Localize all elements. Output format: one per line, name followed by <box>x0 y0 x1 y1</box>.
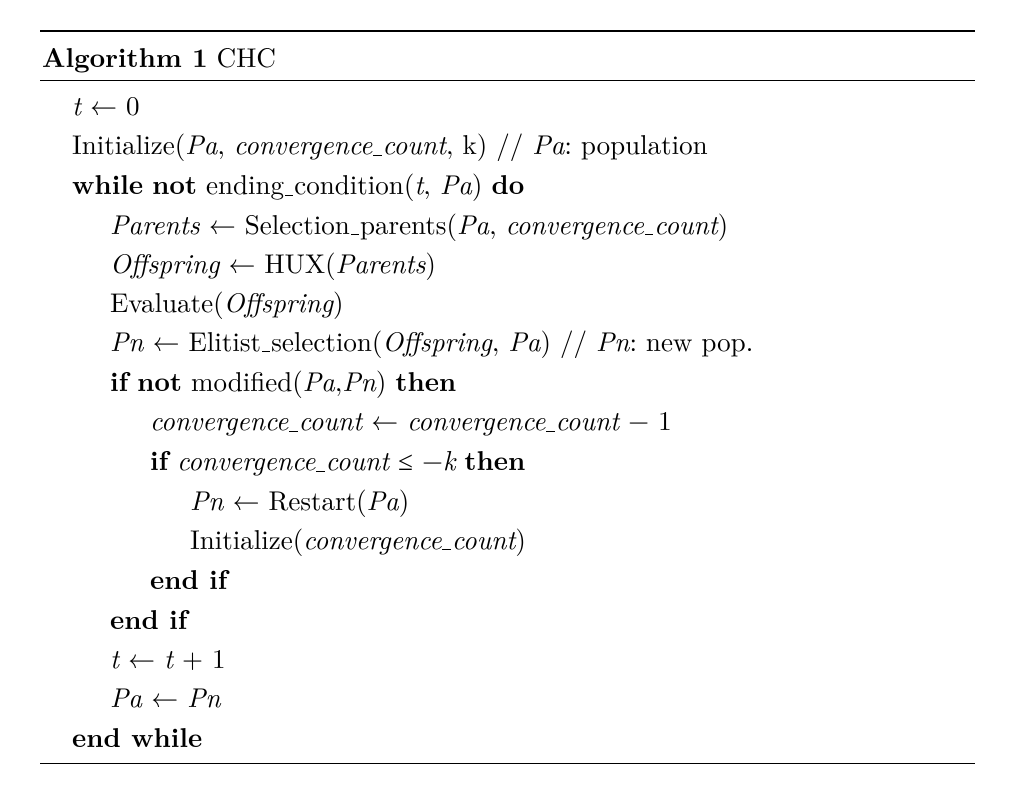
algo-line: end while <box>40 716 975 756</box>
algo-line: while not endingcondition(t, Pa) do <box>40 163 975 203</box>
algo-line: Pn ← Elitistselection(Offspring, Pa) // … <box>40 321 975 360</box>
algo-line: Parents ← Selectionparents(Pa, convergen… <box>40 204 975 243</box>
algo-line: Pa ← Pn <box>40 677 975 716</box>
algo-line: if not modified(Pa,Pn) then <box>40 360 975 400</box>
algorithm-title: Algorithm 1 CHC <box>40 32 975 80</box>
algorithm-name: CHC <box>217 37 276 75</box>
algo-line: t ← 0 <box>40 85 975 124</box>
algorithm-block: Algorithm 1 CHC t ← 0 Initialize(Pa, con… <box>40 30 975 764</box>
bottom-rule <box>40 763 975 764</box>
algo-line: end if <box>40 558 975 598</box>
algo-line: Pn ← Restart(Pa) <box>40 480 975 519</box>
algo-line: end if <box>40 598 975 638</box>
algo-line: convergencecount ← convergencecount − 1 <box>40 400 975 439</box>
algo-line: if convergencecount ≤ −k then <box>40 439 975 479</box>
algo-line: Evaluate(Offspring) <box>40 282 975 321</box>
algorithm-body: t ← 0 Initialize(Pa, convergencecount, k… <box>40 81 975 762</box>
algo-line: Initialize(Pa, convergencecount, k) // P… <box>40 124 975 163</box>
algorithm-number: Algorithm 1 <box>42 36 208 75</box>
algo-line: Initialize(convergencecount) <box>40 519 975 558</box>
algo-line: t ← t + 1 <box>40 638 975 677</box>
algo-line: Offspring ← HUX(Parents) <box>40 243 975 282</box>
